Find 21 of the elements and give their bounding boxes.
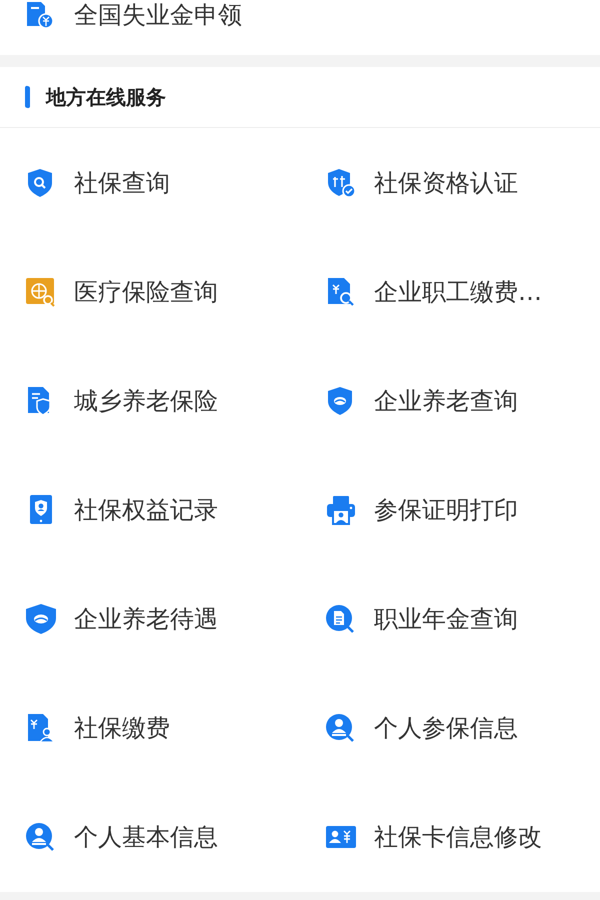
service-label: 社保资格认证 — [374, 168, 518, 199]
service-label: 医疗保险查询 — [74, 277, 218, 308]
section-title: 地方在线服务 — [46, 84, 166, 110]
printer-icon — [325, 494, 357, 526]
service-label: 社保缴费 — [74, 713, 170, 744]
service-label: 个人参保信息 — [374, 713, 518, 744]
globe-search-icon — [25, 276, 57, 308]
service-label: 全国失业金申领 — [74, 0, 242, 31]
service-label: 参保证明打印 — [374, 495, 518, 526]
accent-bar — [25, 86, 30, 108]
service-label: 企业养老待遇 — [74, 604, 218, 635]
service-label: 社保权益记录 — [74, 495, 218, 526]
service-label: 城乡养老保险 — [74, 386, 218, 417]
service-label: 个人基本信息 — [74, 822, 218, 853]
shield-icon — [25, 603, 57, 635]
service-label: 职业年金查询 — [374, 604, 518, 635]
service-label: 企业养老查询 — [374, 386, 518, 417]
service-label: 企业职工缴费… — [374, 277, 542, 308]
service-label: 社保查询 — [74, 168, 170, 199]
shield-check-icon — [325, 167, 357, 199]
service-label: 社保卡信息修改 — [374, 822, 542, 853]
